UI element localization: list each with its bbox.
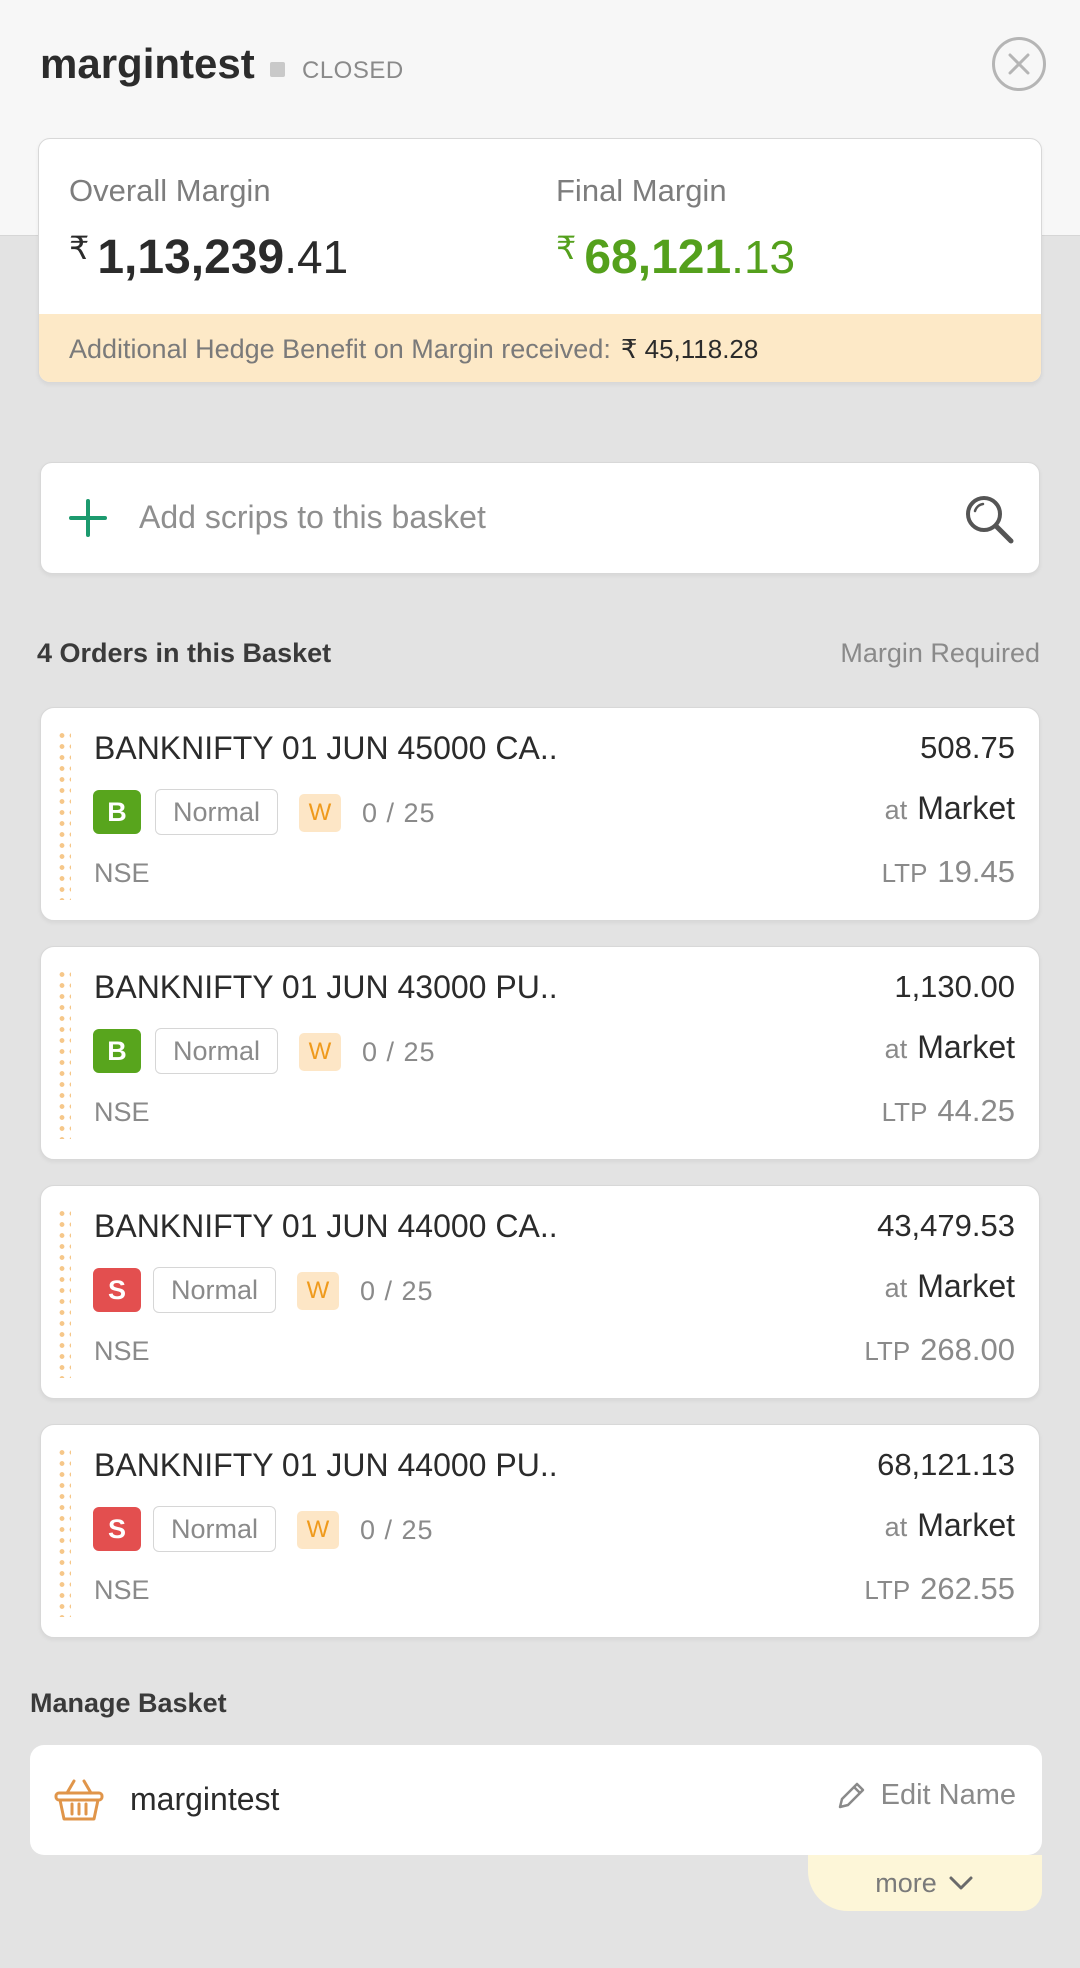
buy-badge: B (93, 1029, 141, 1073)
order-quantity: 0 / 25 (362, 1037, 436, 1067)
order-ltp: LTP 19.45 (881, 854, 1015, 889)
hedge-benefit-bar: Additional Hedge Benefit on Margin recei… (39, 314, 1041, 382)
order-instrument: BANKNIFTY 01 JUN 44000 CA.. (94, 1208, 558, 1244)
order-instrument: BANKNIFTY 01 JUN 45000 CA.. (94, 730, 558, 766)
margin-summary-card: Overall Margin ₹1,13,239.41 Final Margin… (38, 138, 1042, 383)
order-type-badge: Normal (153, 1267, 277, 1313)
status-indicator (270, 62, 285, 77)
edit-name-button[interactable]: Edit Name (835, 1779, 1016, 1812)
drag-handle[interactable] (57, 730, 71, 900)
final-margin-value: ₹68,121.13 (556, 230, 796, 284)
orders-count-heading: 4 Orders in this Basket (37, 638, 332, 668)
basket-name: margintest (130, 1781, 280, 1817)
sell-badge: S (93, 1268, 141, 1312)
order-ltp: LTP 262.55 (864, 1571, 1015, 1606)
order-margin: 68,121.13 (877, 1447, 1015, 1482)
order-quantity: 0 / 25 (362, 798, 436, 828)
close-icon (1008, 53, 1030, 75)
rupee-symbol: ₹ (69, 230, 90, 266)
order-price-type: at Market (884, 1507, 1015, 1543)
more-button[interactable]: more (808, 1855, 1042, 1911)
order-type-badge: Normal (155, 789, 279, 835)
chevron-down-icon (949, 1876, 973, 1890)
hedge-benefit-value: ₹ 45,118.28 (620, 333, 759, 364)
order-price-type: at Market (884, 1268, 1015, 1304)
order-card[interactable]: BANKNIFTY 01 JUN 44000 CA.. 43,479.53 S … (40, 1185, 1040, 1399)
final-margin-label: Final Margin (556, 173, 727, 208)
buy-badge: B (93, 790, 141, 834)
overall-margin-value: ₹1,13,239.41 (69, 230, 349, 284)
order-margin: 43,479.53 (877, 1208, 1015, 1243)
plus-icon (69, 499, 107, 537)
order-ltp: LTP 268.00 (864, 1332, 1015, 1367)
basket-icon (54, 1779, 104, 1821)
order-ltp: LTP 44.25 (881, 1093, 1015, 1128)
order-price-type: at Market (884, 1029, 1015, 1065)
order-exchange: NSE (94, 858, 150, 888)
order-exchange: NSE (94, 1336, 150, 1366)
more-label: more (875, 1867, 937, 1898)
pencil-icon (838, 1782, 864, 1808)
order-card[interactable]: BANKNIFTY 01 JUN 45000 CA.. 508.75 B Nor… (40, 707, 1040, 921)
hedge-benefit-label: Additional Hedge Benefit on Margin recei… (69, 333, 611, 364)
validity-badge: W (297, 1272, 339, 1310)
edit-name-label: Edit Name (880, 1779, 1016, 1811)
add-scrips-search[interactable]: Add scrips to this basket (40, 462, 1040, 574)
order-quantity: 0 / 25 (360, 1515, 434, 1545)
drag-handle[interactable] (57, 1447, 71, 1617)
sell-badge: S (93, 1507, 141, 1551)
order-card[interactable]: BANKNIFTY 01 JUN 44000 PU.. 68,121.13 S … (40, 1424, 1040, 1638)
basket-title: margintest (40, 40, 255, 87)
order-margin: 1,130.00 (894, 969, 1015, 1004)
manage-basket-card: margintest Edit Name (30, 1745, 1042, 1855)
order-margin: 508.75 (920, 730, 1015, 765)
drag-handle[interactable] (57, 1208, 71, 1378)
drag-handle[interactable] (57, 969, 71, 1139)
order-instrument: BANKNIFTY 01 JUN 44000 PU.. (94, 1447, 558, 1483)
search-icon[interactable] (961, 491, 1017, 547)
overall-margin-label: Overall Margin (69, 173, 271, 208)
order-exchange: NSE (94, 1097, 150, 1127)
margin-required-label: Margin Required (840, 638, 1040, 668)
order-price-type: at Market (884, 790, 1015, 826)
order-exchange: NSE (94, 1575, 150, 1605)
search-input[interactable]: Add scrips to this basket (139, 499, 486, 536)
close-button[interactable] (992, 37, 1046, 91)
order-quantity: 0 / 25 (360, 1276, 434, 1306)
order-type-badge: Normal (155, 1028, 279, 1074)
validity-badge: W (299, 1033, 341, 1071)
order-instrument: BANKNIFTY 01 JUN 43000 PU.. (94, 969, 558, 1005)
manage-basket-heading: Manage Basket (30, 1688, 227, 1718)
order-type-badge: Normal (153, 1506, 277, 1552)
rupee-symbol: ₹ (556, 230, 577, 266)
order-card[interactable]: BANKNIFTY 01 JUN 43000 PU.. 1,130.00 B N… (40, 946, 1040, 1160)
status-badge: CLOSED (302, 57, 404, 84)
validity-badge: W (297, 1511, 339, 1549)
validity-badge: W (299, 794, 341, 832)
